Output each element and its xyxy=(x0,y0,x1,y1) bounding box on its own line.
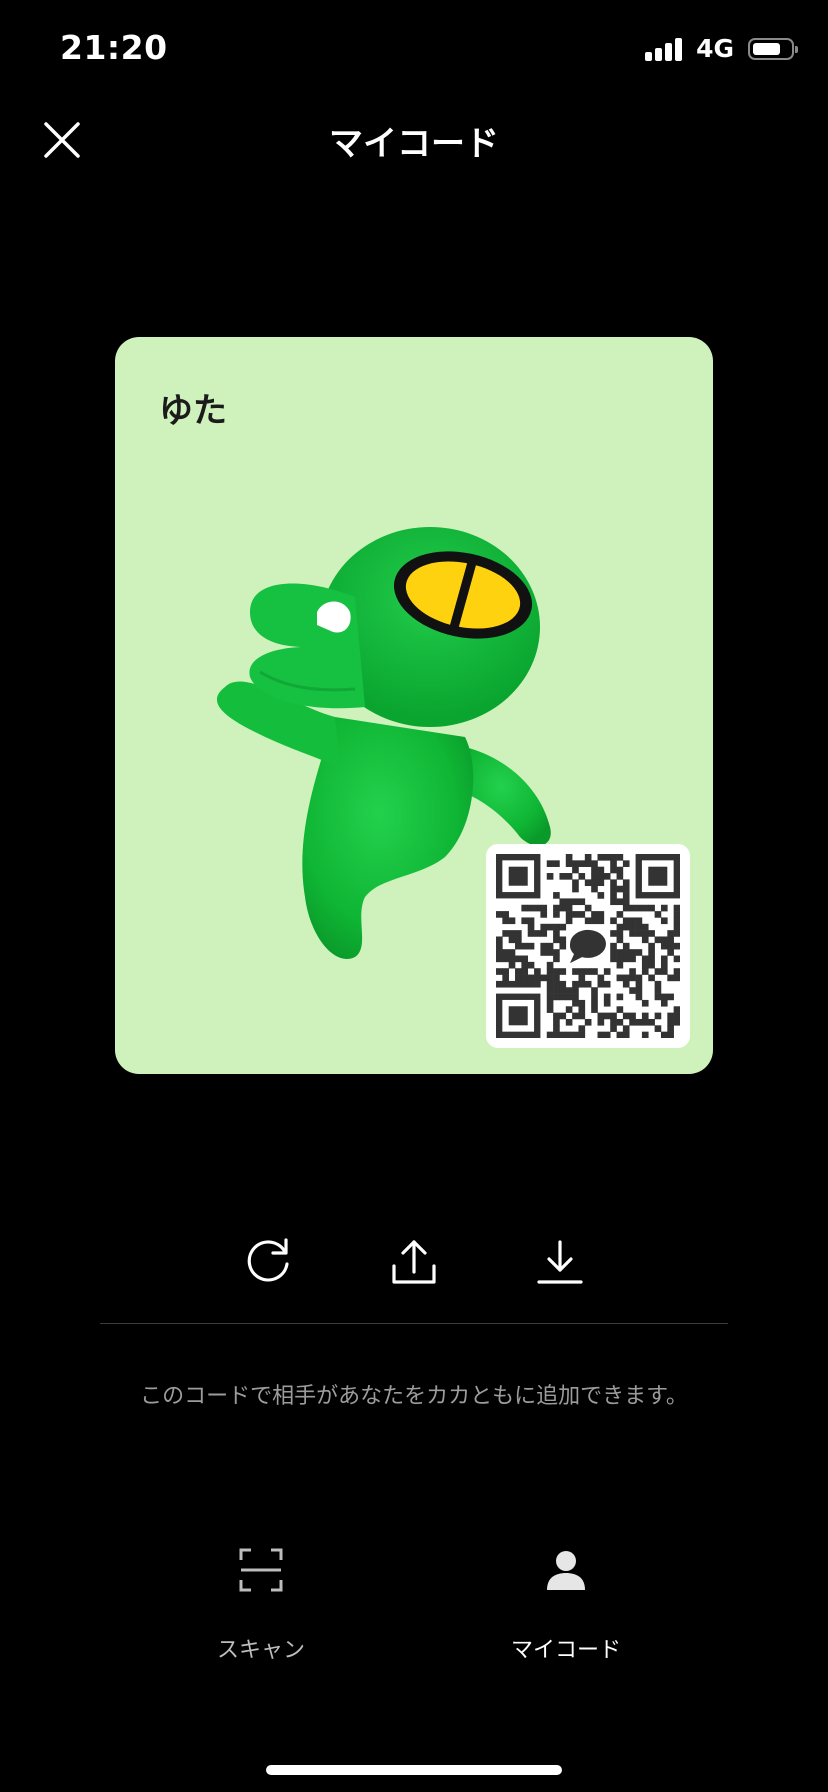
hint-text: このコードで相手があなたをカカともに追加できます。 xyxy=(140,1384,688,1409)
profile-name: ゆた xyxy=(159,391,227,431)
action-bar xyxy=(0,1232,828,1302)
download-button[interactable] xyxy=(530,1232,590,1292)
refresh-button[interactable] xyxy=(238,1232,298,1292)
share-icon xyxy=(392,1240,436,1284)
my-code-card: ゆた xyxy=(115,337,713,1074)
download-icon xyxy=(537,1240,583,1284)
status-bar: 21:20 4G xyxy=(0,0,828,100)
page-title: マイコード xyxy=(329,124,499,164)
share-button[interactable] xyxy=(384,1232,444,1292)
signal-icon xyxy=(645,37,683,61)
network-type: 4G xyxy=(696,34,734,63)
divider xyxy=(100,1323,728,1324)
tab-scan[interactable]: スキャン xyxy=(151,1540,371,1680)
tab-my-code[interactable]: マイコード xyxy=(456,1540,676,1680)
battery-level xyxy=(753,42,780,55)
person-icon xyxy=(547,1551,585,1590)
qr-code-pattern xyxy=(496,854,680,1038)
battery-icon xyxy=(748,37,798,60)
qr-code xyxy=(486,844,690,1048)
tab-my-code-label: マイコード xyxy=(510,1638,621,1663)
chat-bubble-icon xyxy=(569,929,606,964)
status-indicators: 4G xyxy=(645,34,798,63)
tab-scan-label: スキャン xyxy=(216,1638,305,1663)
nav-bar: マイコード xyxy=(0,100,828,180)
scan-icon xyxy=(239,1548,283,1592)
refresh-icon xyxy=(247,1238,289,1282)
status-time: 21:20 xyxy=(60,28,168,67)
home-indicator xyxy=(266,1765,562,1775)
